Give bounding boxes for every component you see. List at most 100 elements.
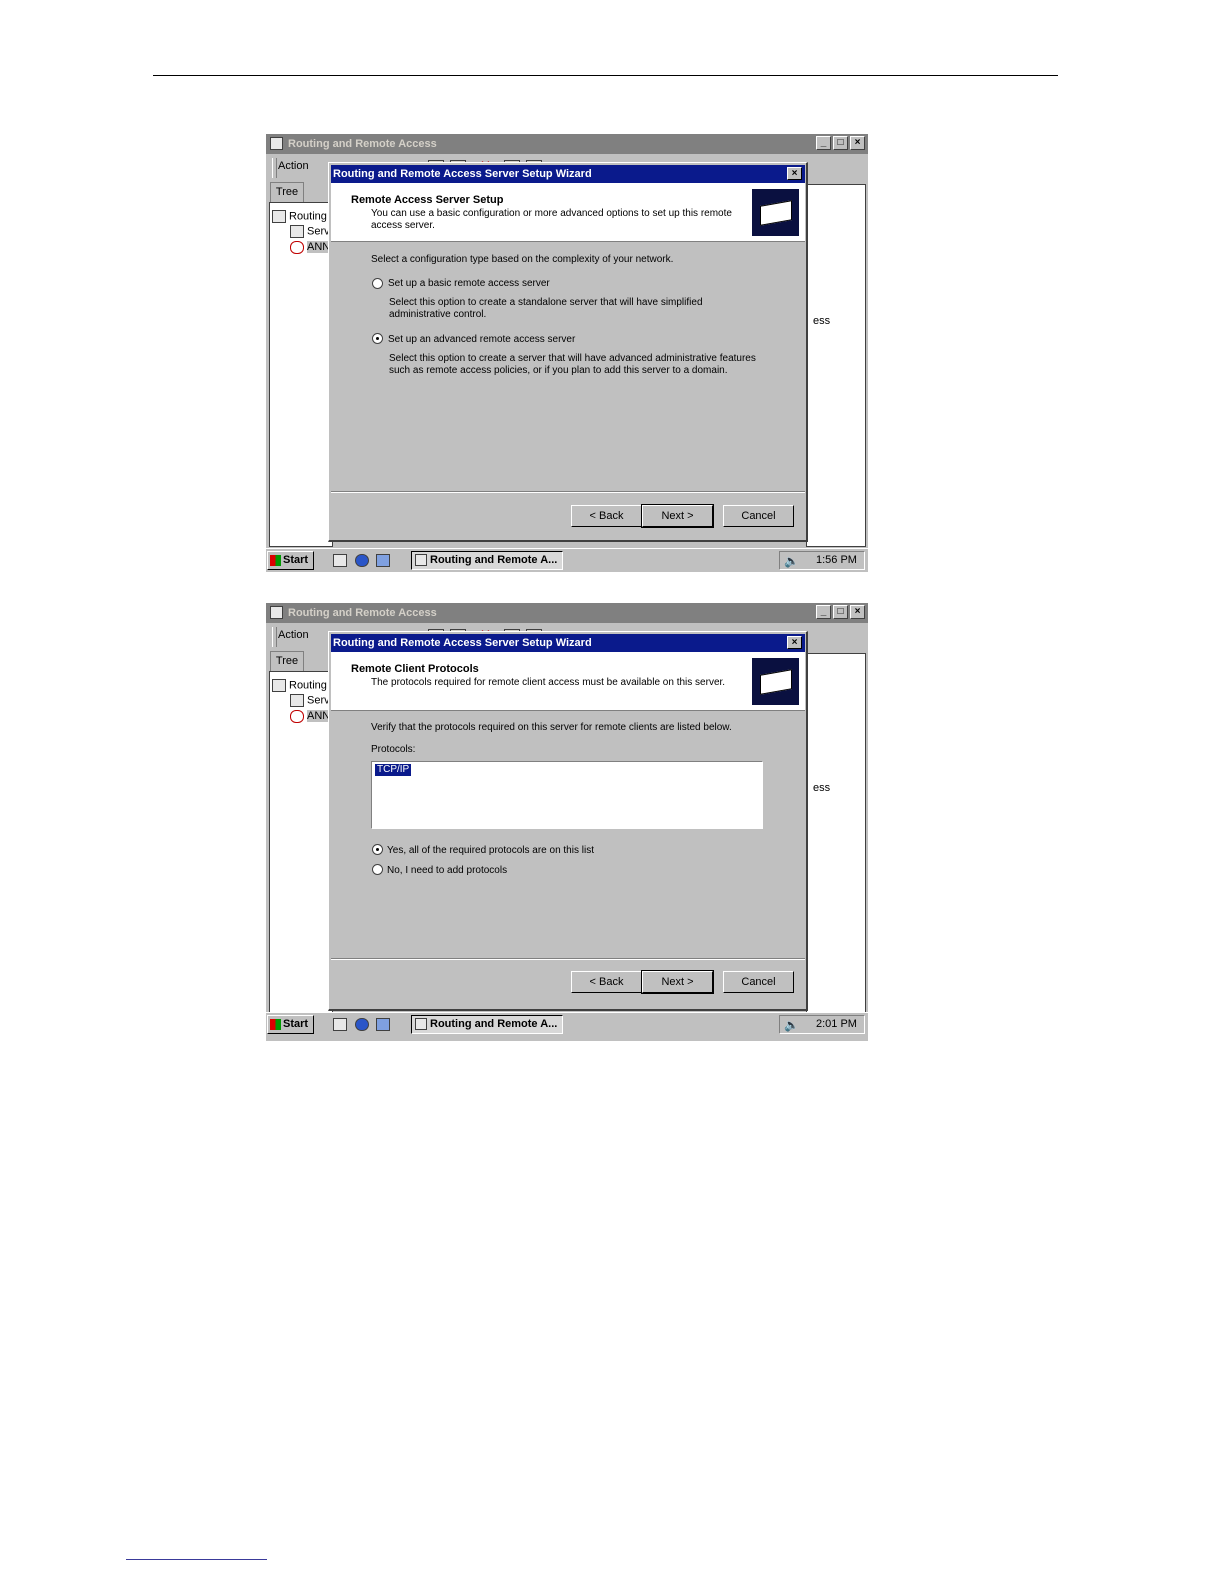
database-icon xyxy=(290,694,304,707)
protocols-label: Protocols: xyxy=(371,744,416,755)
cancel-button[interactable]: Cancel xyxy=(723,505,794,527)
instruction-text: Select a configuration type based on the… xyxy=(371,254,674,265)
wizard-dialog: Routing and Remote Access Server Setup W… xyxy=(328,631,808,1011)
minimize-icon[interactable]: _ xyxy=(816,605,831,619)
app-icon xyxy=(270,137,283,150)
protocols-listbox[interactable]: TCP/IP xyxy=(371,761,763,829)
app-icon xyxy=(270,606,283,619)
dialog-title-bar: Routing and Remote Access Server Setup W… xyxy=(331,165,805,183)
details-text: ess xyxy=(813,315,831,327)
tree-item-routing[interactable]: Routing xyxy=(272,679,327,692)
header-title: Remote Access Server Setup xyxy=(351,194,504,206)
app-title: Routing and Remote Access xyxy=(288,607,437,619)
next-button[interactable]: Next > xyxy=(641,970,714,994)
dialog-title: Routing and Remote Access Server Setup W… xyxy=(333,637,592,649)
details-pane: ess xyxy=(806,653,866,1016)
wizard-header: Remote Access Server Setup You can use a… xyxy=(331,183,805,242)
dialog-close-icon[interactable]: × xyxy=(787,636,802,649)
start-button[interactable]: Start xyxy=(267,551,314,570)
taskbar-item-routing[interactable]: Routing and Remote A... xyxy=(411,1015,563,1034)
tree-item-server-status[interactable]: Serv xyxy=(290,694,330,707)
start-button[interactable]: Start xyxy=(267,1015,314,1034)
internet-explorer-icon[interactable] xyxy=(355,1018,369,1031)
next-button[interactable]: Next > xyxy=(641,504,714,528)
protocol-item-tcpip[interactable]: TCP/IP xyxy=(375,764,412,776)
option-yes-label[interactable]: Yes, all of the required protocols are o… xyxy=(387,845,594,857)
tree-pane: Routing Serv ANN xyxy=(269,202,333,547)
option-no-label[interactable]: No, I need to add protocols xyxy=(387,865,507,877)
maximize-icon[interactable]: □ xyxy=(833,605,848,619)
divider xyxy=(331,958,805,960)
wizard-dialog: Routing and Remote Access Server Setup W… xyxy=(328,162,808,542)
details-text: ess xyxy=(813,782,831,794)
instruction-text: Verify that the protocols required on th… xyxy=(371,722,732,733)
option-basic-desc-1: Select this option to create a standalon… xyxy=(389,297,703,308)
option-basic-desc-2: administrative control. xyxy=(389,309,487,320)
windows-logo-icon xyxy=(270,555,281,566)
details-pane: ess xyxy=(806,184,866,547)
database-icon xyxy=(290,225,304,238)
header-subtitle: The protocols required for remote client… xyxy=(371,677,726,688)
option-advanced-desc-2: such as remote access policies, or if yo… xyxy=(389,365,728,376)
server-icon xyxy=(272,210,286,223)
outlook-icon[interactable] xyxy=(376,1018,390,1031)
app-title: Routing and Remote Access xyxy=(288,138,437,150)
wizard-header: Remote Client Protocols The protocols re… xyxy=(331,652,805,711)
app-small-icon xyxy=(415,554,427,566)
cancel-button[interactable]: Cancel xyxy=(723,971,794,993)
option-basic-label[interactable]: Set up a basic remote access server xyxy=(388,278,550,290)
tree-item-routing[interactable]: Routing xyxy=(272,210,327,223)
minimize-icon[interactable]: _ xyxy=(816,136,831,150)
close-icon[interactable]: × xyxy=(850,136,865,150)
radio-basic-server[interactable] xyxy=(372,278,383,289)
back-button[interactable]: < Back xyxy=(571,971,642,993)
desktop-icon[interactable] xyxy=(333,554,347,567)
tree-item-ann[interactable]: ANN xyxy=(290,710,331,723)
close-icon[interactable]: × xyxy=(850,605,865,619)
speaker-icon[interactable]: 🔈 xyxy=(784,554,799,568)
tree-pane: Routing Serv ANN xyxy=(269,671,333,1016)
internet-explorer-icon[interactable] xyxy=(355,554,369,567)
radio-protocols-no[interactable] xyxy=(372,864,383,875)
app-title-bar: Routing and Remote Access _ □ × xyxy=(266,134,868,154)
system-tray: 🔈 1:56 PM xyxy=(779,551,865,570)
speaker-icon[interactable]: 🔈 xyxy=(784,1018,799,1032)
menu-action[interactable]: Action xyxy=(278,629,309,641)
tree-item-ann[interactable]: ANN xyxy=(290,241,331,254)
dialog-title-bar: Routing and Remote Access Server Setup W… xyxy=(331,634,805,652)
windows-logo-icon xyxy=(270,1019,281,1030)
maximize-icon[interactable]: □ xyxy=(833,136,848,150)
screenshot-wizard-protocols: Routing and Remote Access _ □ × Action ✕… xyxy=(266,603,868,1041)
page-top-rule xyxy=(153,75,1058,76)
tree-item-server-status[interactable]: Serv xyxy=(290,225,330,238)
stopped-server-icon xyxy=(290,710,304,723)
server-icon xyxy=(272,679,286,692)
divider xyxy=(331,491,805,493)
app-title-bar: Routing and Remote Access _ □ × xyxy=(266,603,868,623)
tab-tree[interactable]: Tree xyxy=(270,182,304,203)
header-title: Remote Client Protocols xyxy=(351,663,479,675)
dialog-close-icon[interactable]: × xyxy=(787,167,802,180)
dialog-title: Routing and Remote Access Server Setup W… xyxy=(333,168,592,180)
network-wizard-icon xyxy=(752,189,799,236)
outlook-icon[interactable] xyxy=(376,554,390,567)
desktop-icon[interactable] xyxy=(333,1018,347,1031)
taskbar: Start Routing and Remote A... 🔈 2:01 PM xyxy=(266,1012,868,1036)
option-advanced-label[interactable]: Set up an advanced remote access server xyxy=(388,334,575,346)
toolbar-grip xyxy=(272,158,277,178)
clock: 1:56 PM xyxy=(816,554,857,566)
network-wizard-icon xyxy=(752,658,799,705)
taskbar-item-routing[interactable]: Routing and Remote A... xyxy=(411,551,563,570)
clock: 2:01 PM xyxy=(816,1018,857,1030)
menu-action[interactable]: Action xyxy=(278,160,309,172)
footnote-rule xyxy=(126,1559,267,1560)
app-small-icon xyxy=(415,1018,427,1030)
back-button[interactable]: < Back xyxy=(571,505,642,527)
radio-advanced-server[interactable] xyxy=(372,333,383,344)
tab-tree[interactable]: Tree xyxy=(270,651,304,672)
option-advanced-desc-1: Select this option to create a server th… xyxy=(389,353,756,364)
header-subtitle: You can use a basic configuration or mor… xyxy=(371,208,732,231)
screenshot-wizard-setup: Routing and Remote Access _ □ × Action ✕… xyxy=(266,134,868,572)
radio-protocols-yes[interactable] xyxy=(372,844,383,855)
taskbar: Start Routing and Remote A... 🔈 1:56 PM xyxy=(266,548,868,572)
